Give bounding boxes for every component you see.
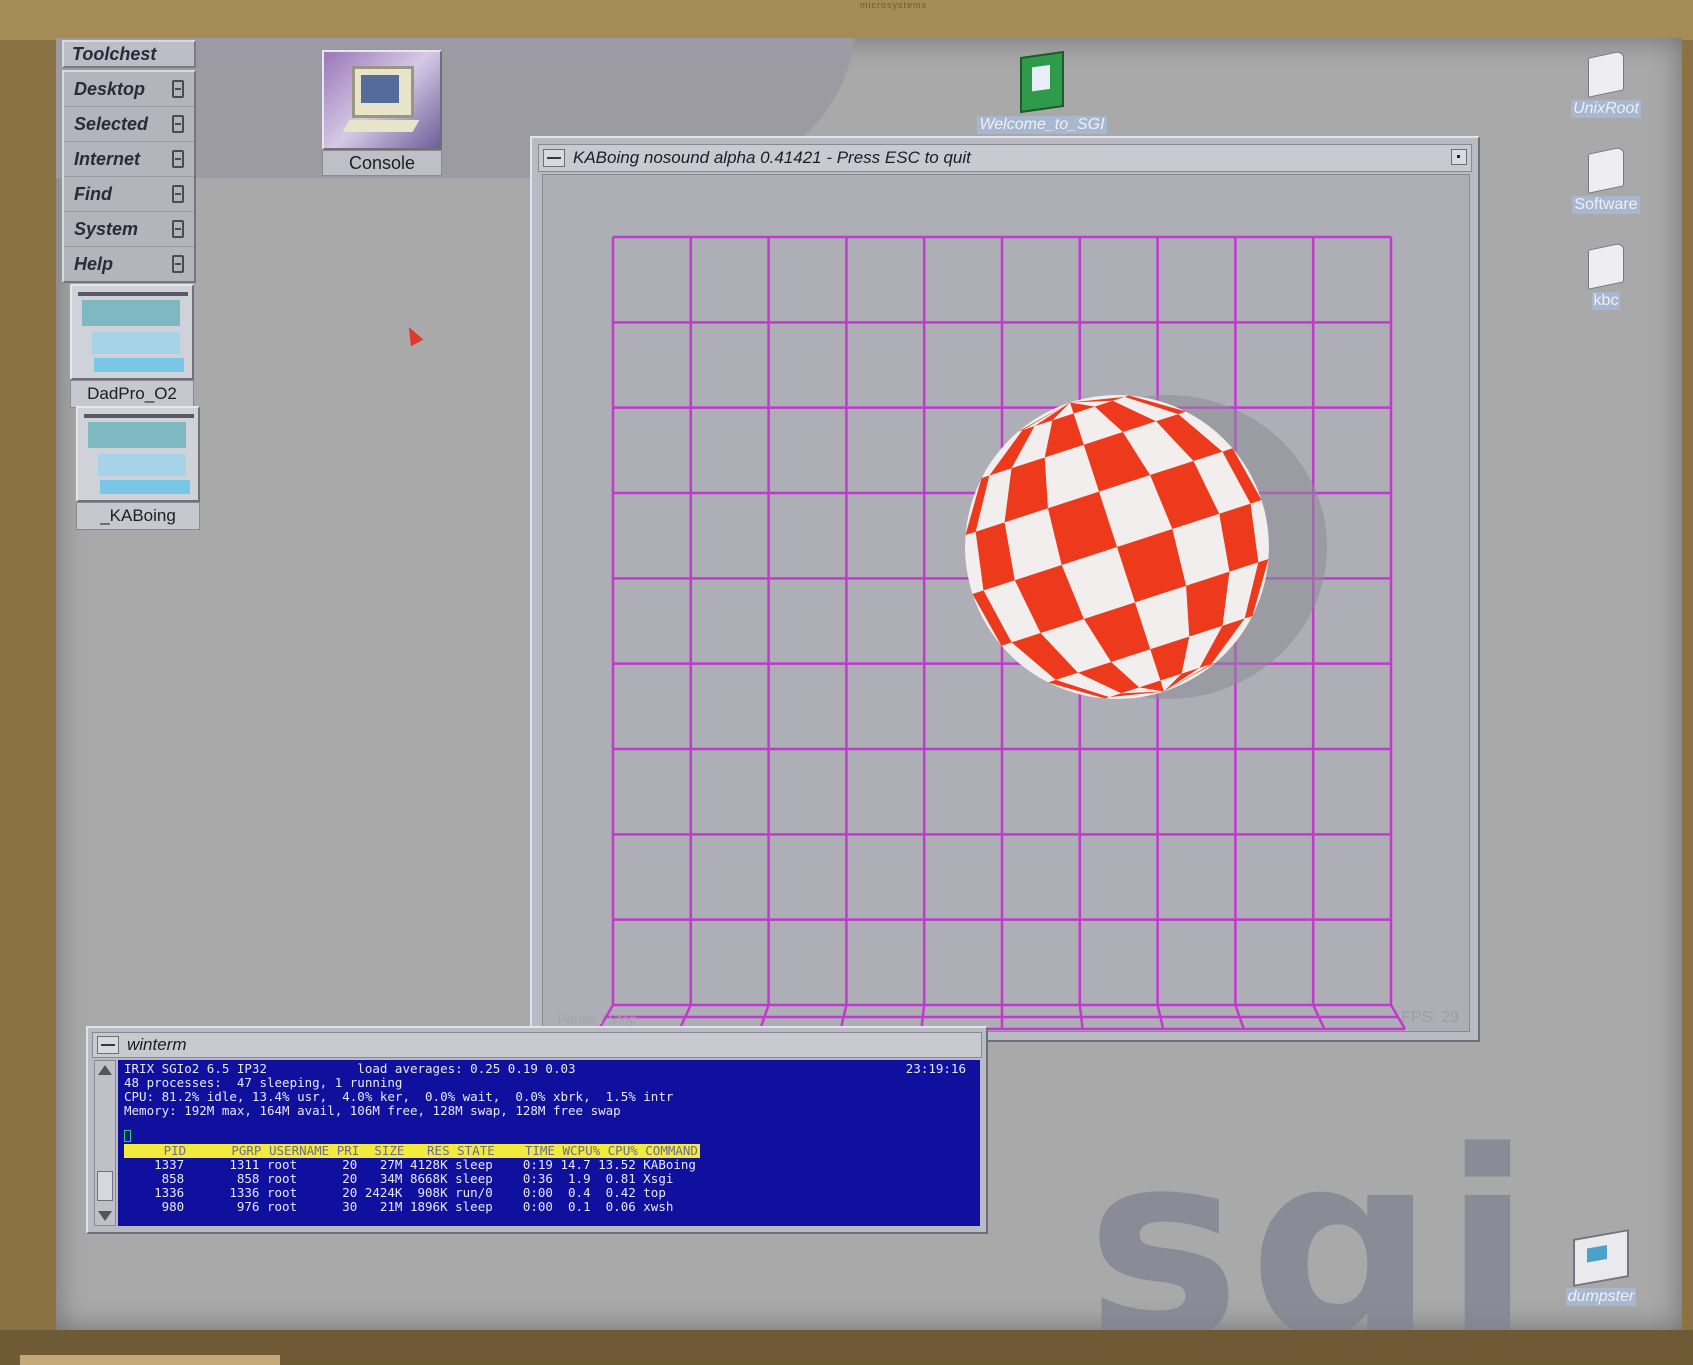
scroll-thumb[interactable] xyxy=(97,1171,113,1201)
top-summary-line: Memory: 192M max, 164M avail, 106M free,… xyxy=(124,1103,621,1118)
top-summary-line: 48 processes: 47 sleeping, 1 running xyxy=(124,1075,403,1090)
kaboing-scene xyxy=(597,235,1407,1031)
process-row: 1336 1336 root 20 2424K 908K run/0 0:00 … xyxy=(124,1185,666,1200)
kbc-icon[interactable]: kbc xyxy=(1556,242,1656,310)
boing-ball xyxy=(965,395,1269,699)
drawer-icon xyxy=(172,80,184,98)
drawer-icon xyxy=(172,220,184,238)
toolchest-item-help[interactable]: Help xyxy=(64,247,194,281)
toolchest-item-selected[interactable]: Selected xyxy=(64,107,194,142)
sgi-background-logo: sgi xyxy=(1086,1097,1540,1330)
kaboing-render-canvas[interactable]: Pause / Stop FPS: 29 xyxy=(542,174,1470,1032)
desktop-icon-label: Software xyxy=(1572,196,1640,214)
toolchest-item-label: Selected xyxy=(74,113,149,134)
toolchest: Toolchest Desktop Selected Internet Find… xyxy=(62,40,196,283)
top-clock: 23:19:16 xyxy=(905,1061,966,1076)
terminal-cursor xyxy=(124,1130,131,1142)
toolchest-item-label: System xyxy=(74,218,139,239)
console-monitor-icon xyxy=(322,50,442,150)
toolchest-menu: Desktop Selected Internet Find System He… xyxy=(62,70,196,283)
minimized-window-kaboing[interactable]: _KABoing xyxy=(76,406,200,530)
drawer-icon xyxy=(172,150,184,168)
process-row: 1337 1311 root 20 27M 4128K sleep 0:19 1… xyxy=(124,1157,696,1172)
top-summary-line: IRIX SGIo2 6.5 IP32 load averages: 0.25 … xyxy=(124,1061,576,1076)
toolchest-item-label: Help xyxy=(74,253,114,274)
top-summary-line: CPU: 81.2% idle, 13.4% usr, 4.0% ker, 0.… xyxy=(124,1089,674,1104)
minimized-window-label: _KABoing xyxy=(76,502,200,530)
drawer-icon xyxy=(172,185,184,203)
folder-icon xyxy=(1588,50,1624,98)
minimized-window-dadpro[interactable]: DadPro_O2 xyxy=(70,284,194,408)
window-menu-button[interactable] xyxy=(543,149,565,167)
toolchest-title[interactable]: Toolchest xyxy=(62,40,196,68)
terminal-output[interactable]: IRIX SGIo2 6.5 IP32 load averages: 0.25 … xyxy=(118,1060,980,1226)
desktop-icon-label: Welcome_to_SGI xyxy=(977,116,1107,134)
monitor-bezel-top: microsystems xyxy=(0,0,1693,40)
software-icon[interactable]: Software xyxy=(1556,146,1656,214)
irix-desktop[interactable]: sgi Toolchest Desktop Selected Internet … xyxy=(56,38,1682,1330)
window-menu-button[interactable] xyxy=(97,1036,119,1054)
dumpster-icon[interactable]: dumpster xyxy=(1546,1229,1656,1306)
scroll-down-icon[interactable] xyxy=(98,1211,112,1221)
winterm-window-title: winterm xyxy=(127,1035,187,1054)
toolchest-item-label: Desktop xyxy=(74,78,146,99)
kaboing-window[interactable]: KABoing nosound alpha 0.41421 - Press ES… xyxy=(530,136,1480,1042)
drawer-icon xyxy=(172,115,184,133)
toolchest-item-internet[interactable]: Internet xyxy=(64,142,194,177)
toolchest-item-find[interactable]: Find xyxy=(64,177,194,212)
bezel-brand-text: microsystems xyxy=(860,0,928,10)
minimized-window-label: DadPro_O2 xyxy=(70,380,194,408)
folder-icon xyxy=(1588,242,1624,290)
folder-icon xyxy=(1588,146,1624,194)
process-table-header: PID PGRP USERNAME PRI SIZE RES STATE TIM… xyxy=(124,1143,700,1158)
toolchest-item-label: Find xyxy=(74,183,112,204)
monitor-bezel-strip xyxy=(20,1355,280,1365)
welcome-door-icon xyxy=(1020,50,1064,114)
winterm-scrollbar[interactable] xyxy=(94,1060,116,1226)
process-row: 858 858 root 20 34M 8668K sleep 0:36 1.9… xyxy=(124,1171,674,1186)
desktop-icon-label: kbc xyxy=(1591,292,1621,310)
window-minimize-button[interactable] xyxy=(1451,149,1467,165)
console-label: Console xyxy=(322,150,442,176)
window-thumbnail xyxy=(70,284,194,380)
drawer-icon xyxy=(172,255,184,273)
kaboing-window-title: KABoing nosound alpha 0.41421 - Press ES… xyxy=(573,148,971,167)
desktop-icon-label: UnixRoot xyxy=(1571,100,1641,118)
unixroot-icon[interactable]: UnixRoot xyxy=(1556,50,1656,118)
kaboing-titlebar[interactable]: KABoing nosound alpha 0.41421 - Press ES… xyxy=(538,144,1472,172)
console-icon[interactable]: Console xyxy=(322,50,442,176)
toolchest-item-desktop[interactable]: Desktop xyxy=(64,72,194,107)
toolchest-item-label: Internet xyxy=(74,148,141,169)
process-row: 980 976 root 30 21M 1896K sleep 0:00 0.1… xyxy=(124,1199,674,1214)
toolchest-item-system[interactable]: System xyxy=(64,212,194,247)
winterm-window[interactable]: winterm IRIX SGIo2 6.5 IP32 load average… xyxy=(86,1026,988,1234)
welcome-to-sgi-icon[interactable]: Welcome_to_SGI xyxy=(972,50,1112,134)
winterm-titlebar[interactable]: winterm xyxy=(92,1032,982,1058)
mouse-cursor-icon xyxy=(402,323,424,347)
dumpster-bin-icon xyxy=(1573,1229,1629,1287)
scroll-up-icon[interactable] xyxy=(98,1065,112,1075)
window-thumbnail xyxy=(76,406,200,502)
fps-counter: FPS: 29 xyxy=(1401,1009,1459,1026)
kaboing-faint-text: Pause / Stop xyxy=(557,1011,638,1027)
desktop-icon-label: dumpster xyxy=(1565,1288,1637,1306)
